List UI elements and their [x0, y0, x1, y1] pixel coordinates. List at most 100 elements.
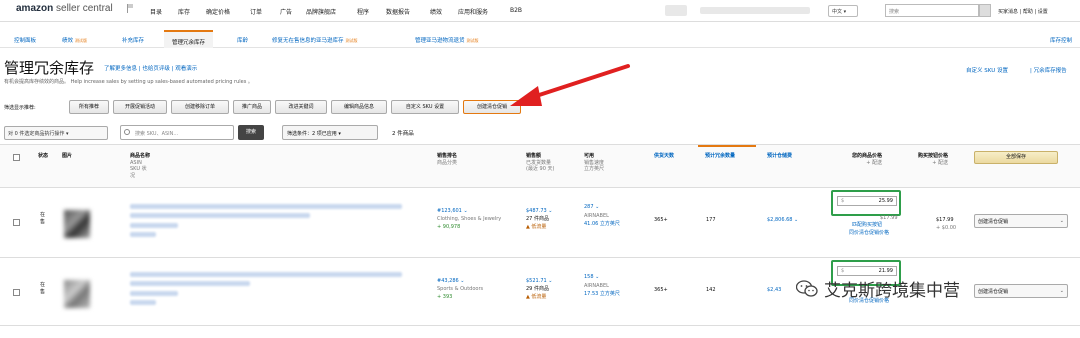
top-search-button[interactable]	[979, 4, 991, 17]
sales-rank: #123,601 ⌄	[437, 208, 468, 214]
menu-b2b[interactable]: B2B	[510, 7, 522, 14]
search-icon	[124, 129, 130, 135]
tab-performance[interactable]: 绩效 测试版	[62, 36, 87, 44]
sales-flag: ▲ 低流量	[526, 224, 547, 230]
filter-run-promotion-button[interactable]: 开展促销活动	[113, 100, 167, 114]
available-units[interactable]: 158 ⌄	[584, 274, 599, 281]
sku-blurred	[130, 300, 156, 305]
row-checkbox[interactable]	[13, 289, 20, 296]
custom-sku-settings-link[interactable]: 自定义 SKU 设置	[966, 66, 1008, 74]
excess-inventory-report-link[interactable]: | 冗余库存报告	[1030, 66, 1067, 74]
language-select[interactable]: 中文 ▾	[828, 5, 858, 17]
wechat-icon	[796, 280, 818, 297]
menu-reports[interactable]: 数据报告	[386, 7, 410, 16]
tab-manage-excess-inventory[interactable]: 管理冗余库存	[164, 30, 214, 48]
tab-dashboard[interactable]: 控制面板	[14, 36, 36, 44]
menu-advertising[interactable]: 广告	[280, 7, 292, 16]
units-sold: 29 件商品	[526, 286, 549, 292]
tab-manage-fba-returns[interactable]: 管理亚马逊物流退货 测试版	[415, 36, 479, 44]
estimated-excess: 177	[706, 217, 716, 223]
product-image[interactable]	[64, 280, 90, 308]
price-input[interactable]: $25.99	[837, 196, 897, 206]
filter-conditions-select[interactable]: 筛选条件：2 项已应用 ▾	[282, 125, 378, 140]
page-subtitle: 有机会提高库存绩效的商品。 Help increase sales by set…	[4, 79, 253, 85]
match-liquidation-price-link[interactable]: 同价清仓促销价格	[840, 230, 898, 237]
top-right-links[interactable]: 买家消息 | 帮助 | 设置	[998, 8, 1048, 15]
rank-category: Clothing, Shoes & Jewelry	[437, 216, 502, 222]
select-all-checkbox[interactable]	[13, 154, 20, 161]
menu-inventory[interactable]: 库存	[178, 7, 190, 16]
filter-edit-listing-button[interactable]: 编辑商品信息	[331, 100, 387, 114]
filter-improve-keywords-button[interactable]: 改进关键词	[275, 100, 327, 114]
tab-restock[interactable]: 补充库存	[122, 36, 144, 44]
watermark-text: 艾克斯跨境集中营	[824, 281, 960, 301]
match-buy-box-link[interactable]: 匹配购买按钮	[852, 222, 882, 229]
header-estimated-storage-fee[interactable]: 预计仓储费	[767, 153, 792, 160]
header-image: 图片	[62, 153, 73, 159]
available-units[interactable]: 287 ⌄	[584, 204, 599, 211]
menu-pricing[interactable]: 确定价格	[206, 7, 230, 16]
asin-blurred	[130, 291, 178, 296]
estimated-storage-fee[interactable]: $2,43	[767, 287, 781, 294]
filter-create-removal-order-button[interactable]: 创建移除订单	[171, 100, 229, 114]
save-all-button[interactable]: 全部保存	[974, 151, 1058, 164]
top-navigation-bar: amazon seller central 目录 库存 确定价格 订单 广告 品…	[0, 0, 1080, 22]
filter-recommendations-label: 筛选显示推荐:	[4, 105, 36, 111]
asin-note: AIRNABEL	[584, 213, 609, 219]
bulk-action-select[interactable]: 对 0 件选定商品执行操作 ▾	[4, 126, 108, 140]
search-button[interactable]: 搜索	[238, 125, 264, 140]
sales-amount[interactable]: $487.73 ⌄	[526, 208, 552, 215]
header-product-name[interactable]: 商品名称 ASIN SKU 状况	[130, 153, 150, 179]
asin-note: AIRNABEL	[584, 283, 609, 289]
header-your-price[interactable]: 您的商品价格 + 配送	[852, 153, 882, 166]
rank-change: + 393	[437, 294, 453, 300]
buy-box-price: $17.99	[936, 217, 954, 223]
header-sales-rank[interactable]: 销售排名 商品分类	[437, 153, 457, 166]
estimated-storage-fee[interactable]: $2,806.68 ⌄	[767, 217, 798, 224]
rate-page-link[interactable]: | 也给页评级	[139, 66, 170, 72]
rank-change: + 90,978	[437, 224, 461, 230]
filter-all-recommendations-button[interactable]: 所有推荐	[69, 100, 109, 114]
header-estimated-excess[interactable]: 预计冗余数量	[705, 153, 735, 160]
buy-box-shipping: + $0.00	[936, 225, 957, 231]
header-buy-box-price[interactable]: 购买按钮价格 + 配送	[918, 153, 948, 166]
menu-performance[interactable]: 绩效	[430, 7, 442, 16]
sales-rank: #43,286 ⌄	[437, 278, 465, 284]
flag-icon[interactable]	[127, 4, 133, 13]
header-sales[interactable]: 销售额 已发货数量 (最近 90 天)	[526, 153, 556, 173]
header-status[interactable]: 状态	[38, 153, 48, 160]
amazon-seller-central-logo[interactable]: amazon seller central	[16, 3, 113, 14]
learn-more-link[interactable]: 了解更多信息	[104, 66, 137, 72]
row-checkbox[interactable]	[13, 219, 20, 226]
watch-demo-link[interactable]: | 观看演示	[172, 66, 198, 72]
price-sub: $17.99	[880, 215, 898, 221]
menu-catalog[interactable]: 目录	[150, 7, 162, 16]
tab-inventory-control[interactable]: 库存控制	[1050, 36, 1072, 44]
sku-search-input[interactable]: 搜索 SKU、ASIN...	[120, 125, 234, 140]
price-highlight-box: $25.99	[831, 190, 901, 216]
row-action-select[interactable]: 创建清仓促销 ⌄	[974, 284, 1068, 298]
price-input[interactable]: $21.99	[837, 266, 897, 276]
units-sold: 27 件商品	[526, 216, 549, 222]
product-name-blurred[interactable]	[130, 272, 402, 277]
header-days-of-supply[interactable]: 供货天数	[654, 153, 674, 160]
menu-programs[interactable]: 程序	[357, 7, 369, 16]
blurred-account-info	[700, 7, 810, 14]
menu-orders[interactable]: 订单	[250, 7, 262, 16]
tab-fix-stranded-inventory[interactable]: 修复无在售信息的亚马逊库存 测试版	[272, 36, 358, 44]
menu-brand-store[interactable]: 品牌旗舰店	[306, 7, 336, 16]
filter-promote-product-button[interactable]: 推广商品	[233, 100, 271, 114]
row-action-select[interactable]: 创建清仓促销 ⌄	[974, 214, 1068, 228]
blurred-store-name	[665, 5, 687, 16]
product-image[interactable]	[64, 210, 90, 238]
title-links: 了解更多信息 | 也给页评级 | 观看演示	[104, 64, 197, 72]
product-name-blurred[interactable]	[130, 204, 402, 209]
item-count: 2 件商品	[392, 131, 414, 137]
header-available[interactable]: 可用 销售速度 立方英尺	[584, 153, 610, 173]
top-search-input[interactable]: 搜索	[885, 4, 979, 17]
menu-apps-services[interactable]: 应用和服务	[458, 7, 488, 16]
filter-custom-sku-settings-button[interactable]: 自定义 SKU 设置	[391, 100, 459, 114]
sales-flag: ▲ 低流量	[526, 294, 547, 300]
tab-inventory-age[interactable]: 库龄	[237, 36, 248, 44]
sales-amount[interactable]: $521.71 ⌄	[526, 278, 552, 285]
